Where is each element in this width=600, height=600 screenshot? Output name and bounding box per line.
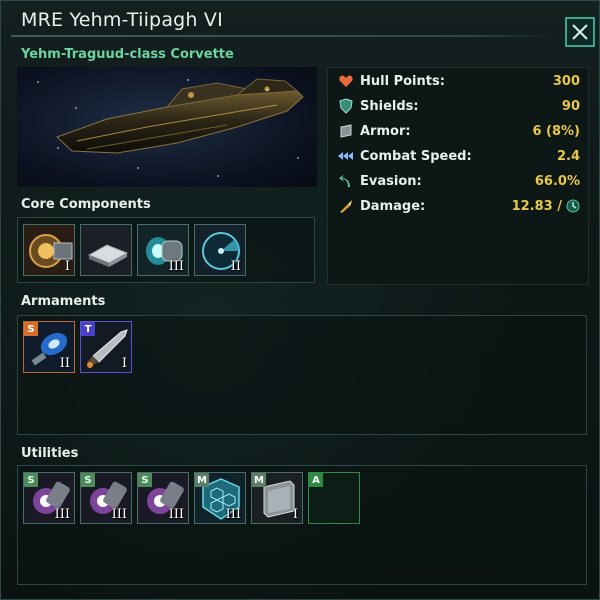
stat-damage: Damage: 12.83 /: [336, 196, 580, 216]
core-components-label: Core Components: [21, 197, 151, 212]
evasion-icon: [336, 171, 356, 191]
damage-icon: [336, 196, 356, 216]
speed-icon: [336, 146, 356, 166]
armor-icon: [336, 121, 356, 141]
size-badge: S: [81, 473, 95, 487]
utility-slot-medium-1[interactable]: M III: [194, 472, 246, 524]
size-badge: A: [309, 473, 323, 487]
weapon-slot-torpedo[interactable]: T I: [80, 321, 132, 373]
core-slot-thruster[interactable]: III: [137, 224, 189, 276]
size-badge: S: [24, 322, 38, 336]
utility-slot-small-3[interactable]: S III: [137, 472, 189, 524]
stat-hull-points: Hull Points: 300: [336, 71, 580, 91]
core-slot-reactor[interactable]: I: [23, 224, 75, 276]
size-badge: S: [138, 473, 152, 487]
utility-slot-aux-empty[interactable]: A: [308, 472, 360, 524]
computer-chip-icon: [81, 225, 131, 275]
stat-evasion: Evasion: 66.0%: [336, 171, 580, 191]
core-slot-sensor[interactable]: II: [194, 224, 246, 276]
utility-slot-small-2[interactable]: S III: [80, 472, 132, 524]
utility-slot-medium-2[interactable]: M I: [251, 472, 303, 524]
window-title: MRE Yehm-Tiipagh VI: [21, 9, 223, 31]
corvette-ship-icon: [56, 78, 304, 154]
core-slot-computer[interactable]: [80, 224, 132, 276]
size-badge: T: [81, 322, 95, 336]
close-button[interactable]: [565, 17, 595, 47]
size-badge: S: [24, 473, 38, 487]
heart-icon: [336, 71, 356, 91]
size-badge: M: [195, 473, 209, 487]
core-components-panel: I III II: [17, 217, 315, 283]
armaments-label: Armaments: [21, 294, 106, 309]
ship-stats-panel: Hull Points: 300 Shields: 90 Armor: 6 (8…: [327, 67, 589, 285]
shield-icon: [336, 96, 356, 116]
armaments-panel: S II T I: [17, 315, 587, 435]
utilities-label: Utilities: [21, 446, 79, 461]
ship-class-label: Yehm-Traguud-class Corvette: [21, 47, 234, 62]
title-divider: [11, 35, 551, 37]
size-badge: M: [252, 473, 266, 487]
close-icon: [572, 24, 588, 40]
utilities-panel: S III S III S III M III M I A: [17, 465, 587, 585]
stat-shields: Shields: 90: [336, 96, 580, 116]
ship-details-window: MRE Yehm-Tiipagh VI Yehm-Traguud-class C…: [0, 0, 600, 600]
stat-armor: Armor: 6 (8%): [336, 121, 580, 141]
damage-cooldown-icon: [566, 199, 580, 213]
utility-slot-small-1[interactable]: S III: [23, 472, 75, 524]
weapon-slot-small[interactable]: S II: [23, 321, 75, 373]
ship-image: [17, 67, 317, 187]
stat-combat-speed: Combat Speed: 2.4: [336, 146, 580, 166]
